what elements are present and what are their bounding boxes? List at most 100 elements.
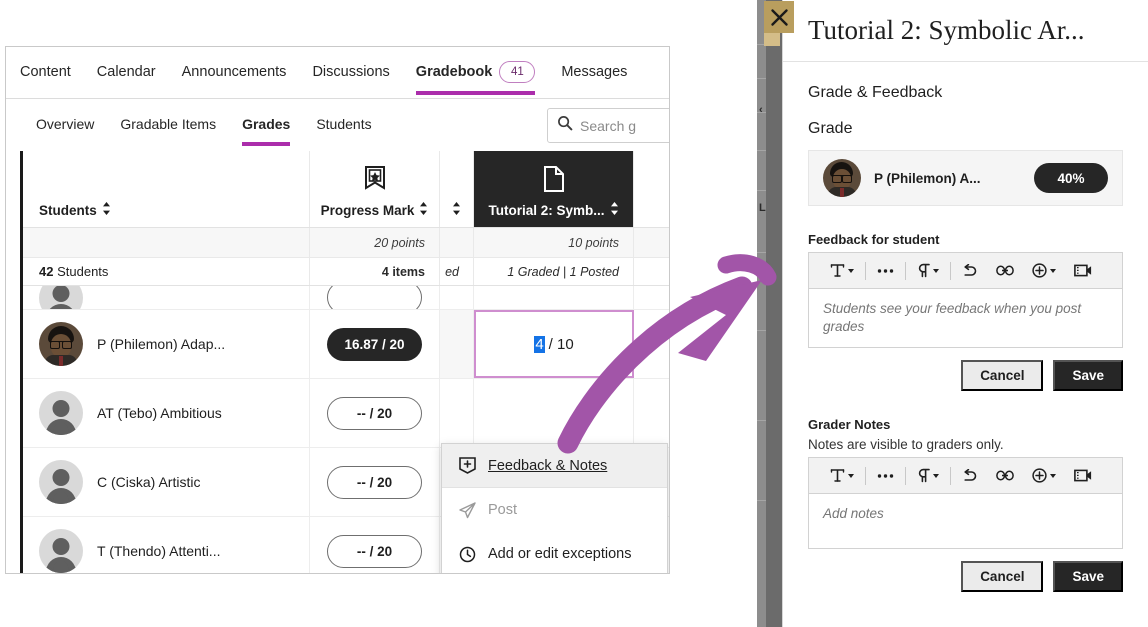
row-tutorial2-cell[interactable] [474, 379, 634, 447]
grader-notes-cancel-button[interactable]: Cancel [961, 561, 1044, 592]
row-progress-cell[interactable]: -- / 20 [310, 448, 440, 516]
grader-notes-save-button[interactable]: Save [1053, 561, 1123, 592]
link-icon[interactable] [987, 259, 1023, 283]
row-student-cell[interactable]: P (Philemon) Adap... [23, 310, 310, 378]
row-narrow-cell[interactable] [440, 310, 474, 378]
document-icon [543, 166, 565, 197]
row-student-cell[interactable]: AT (Tebo) Ambitious [23, 379, 310, 447]
grade-input-cell-tutorial-2[interactable]: 4/ 10 [474, 310, 634, 378]
grade-input-value[interactable]: 4 [534, 335, 545, 353]
more-options-icon[interactable] [868, 464, 903, 488]
toolbar-divider [905, 466, 906, 485]
tab-gradable-items[interactable]: Gradable Items [120, 102, 216, 148]
search-placeholder: Search g [580, 117, 637, 134]
nav-item-content[interactable]: Content [20, 50, 71, 96]
tab-grades[interactable]: Grades [242, 102, 291, 148]
grader-notes-button-row: Cancel Save [808, 561, 1123, 592]
media-video-icon[interactable] [1065, 464, 1101, 488]
nav-item-discussions[interactable]: Discussions [312, 50, 389, 96]
grade-card-student-name: P (Philemon) A... [874, 170, 981, 186]
toolbar-divider [865, 261, 866, 280]
insert-plus-icon[interactable] [1023, 259, 1065, 283]
sort-icon[interactable] [419, 202, 428, 218]
sort-icon[interactable] [452, 202, 461, 218]
grade-percent-pill[interactable]: 40% [1034, 163, 1108, 193]
header-cell-progress-mark[interactable]: Progress Mark [310, 151, 440, 227]
row-progress-cell[interactable] [310, 286, 440, 309]
header-cell-narrow[interactable] [440, 151, 474, 227]
undo-icon[interactable] [953, 464, 987, 488]
close-button-tail [764, 33, 780, 46]
menu-item-exceptions[interactable]: Add or edit exceptions [442, 532, 667, 573]
menu-label: Add or edit exceptions [488, 546, 632, 562]
header-cell-tutorial-3[interactable]: Tutorial 3: S [634, 151, 669, 227]
header-cell-tutorial-2[interactable]: Tutorial 2: Symb... [474, 151, 634, 227]
search-input[interactable]: Search g [547, 108, 669, 143]
paragraph-icon[interactable] [908, 464, 948, 488]
menu-item-post[interactable]: Post [442, 488, 667, 532]
toolbar-divider [950, 261, 951, 280]
feedback-textarea[interactable]: Students see your feedback when you post… [809, 289, 1122, 347]
table-row-partial[interactable] [23, 286, 669, 310]
row-tutorial3-cell[interactable] [634, 286, 669, 309]
summary-cell-progress: 4 items [310, 258, 440, 285]
insert-plus-icon[interactable] [1023, 464, 1065, 488]
row-tutorial3-cell[interactable]: 0% Poste [634, 310, 669, 378]
student-grade-card: P (Philemon) A... 40% [808, 150, 1123, 206]
row-student-cell[interactable]: T (Thendo) Attenti... [23, 517, 310, 573]
feedback-editor: Students see your feedback when you post… [808, 252, 1123, 348]
close-icon[interactable] [764, 1, 794, 33]
student-name: AT (Tebo) Ambitious [97, 405, 222, 421]
grader-notes-label: Grader Notes [808, 417, 891, 432]
summary-cell-students: 42 Students [23, 258, 310, 285]
section-heading-grade: Grade [808, 120, 853, 137]
row-tutorial2-cell[interactable] [474, 286, 634, 309]
nav-item-messages[interactable]: Messages [561, 50, 627, 96]
header-label-progress-mark: Progress Mark [320, 202, 415, 218]
row-progress-cell[interactable]: -- / 20 [310, 517, 440, 573]
tab-overview[interactable]: Overview [36, 102, 94, 148]
sort-icon[interactable] [102, 202, 111, 218]
table-row[interactable]: AT (Tebo) Ambitious -- / 20 [23, 379, 669, 448]
menu-label: Post [488, 502, 518, 518]
menu-item-feedback-notes[interactable]: Feedback & Notes [442, 444, 667, 488]
media-video-icon[interactable] [1065, 259, 1101, 283]
grader-notes-textarea[interactable]: Add notes [809, 494, 1122, 548]
row-student-cell[interactable] [23, 286, 310, 309]
nav-label: Calendar [96, 64, 156, 80]
chevron-down-icon [933, 473, 939, 478]
grader-notes-placeholder: Add notes [823, 506, 884, 521]
tab-students[interactable]: Students [316, 102, 371, 148]
progress-mark-pill[interactable]: -- / 20 [327, 534, 422, 568]
progress-mark-pill[interactable]: 16.87 / 20 [327, 327, 422, 361]
header-cell-students[interactable]: Students [23, 151, 310, 227]
gradebook-count-badge: 41 [499, 61, 536, 83]
undo-icon[interactable] [953, 259, 987, 283]
row-progress-cell[interactable]: -- / 20 [310, 379, 440, 447]
feedback-cancel-button[interactable]: Cancel [961, 360, 1044, 391]
nav-label: Messages [561, 64, 628, 80]
text-style-icon[interactable] [821, 464, 863, 488]
row-student-cell[interactable]: C (Ciska) Artistic [23, 448, 310, 516]
nav-item-announcements[interactable]: Announcements [182, 50, 287, 96]
chevron-down-icon [933, 268, 939, 273]
row-tutorial3-cell[interactable] [634, 379, 669, 447]
link-icon[interactable] [987, 464, 1023, 488]
paragraph-icon[interactable] [908, 259, 948, 283]
avatar [39, 322, 83, 366]
progress-mark-pill[interactable]: -- / 20 [327, 465, 422, 499]
feedback-save-button[interactable]: Save [1053, 360, 1123, 391]
avatar [39, 460, 83, 504]
progress-mark-pill[interactable]: -- / 20 [327, 396, 422, 430]
table-row[interactable]: P (Philemon) Adap... 16.87 / 20 4/ 10 0%… [23, 310, 669, 379]
nav-item-calendar[interactable]: Calendar [97, 50, 156, 96]
nav-item-gradebook[interactable]: Gradebook 41 [415, 47, 536, 99]
row-narrow-cell[interactable] [440, 379, 474, 447]
sort-icon[interactable] [610, 202, 619, 218]
nav-label: Content [20, 64, 71, 80]
more-options-icon[interactable] [868, 259, 903, 283]
row-progress-cell[interactable]: 16.87 / 20 [310, 310, 440, 378]
row-narrow-cell[interactable] [440, 286, 474, 309]
tab-label: Grades [242, 116, 291, 132]
text-style-icon[interactable] [821, 259, 863, 283]
